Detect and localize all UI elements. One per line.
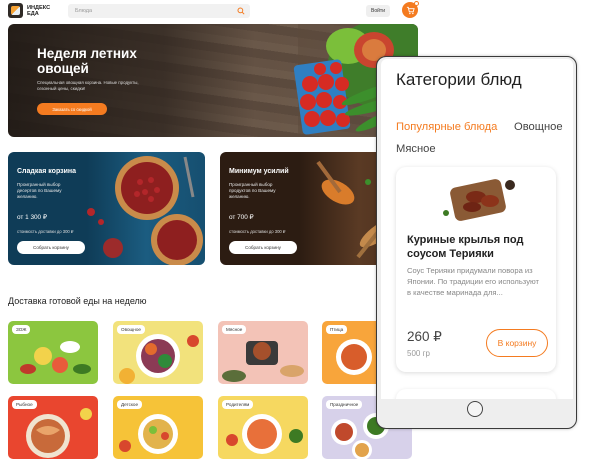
phone-mockup: Категории блюд Популярные блюда Овощное … [376,56,577,429]
page: ИНДЕКС ЕДА Блюда Войти Неделя летних ово… [0,0,595,469]
category-label: Овощное [117,325,145,334]
search-placeholder: Блюда [75,8,93,14]
promo-delivery: стоимость доставки до 300 ₽ [17,229,74,234]
food-image [443,179,515,221]
category-tile-fish[interactable]: Рыбное [8,396,98,459]
tart-image [87,156,203,265]
home-button[interactable] [467,401,483,417]
hero-subtitle: Специальная овощная корзина. Новые проду… [37,80,139,91]
category-tile-parents[interactable]: Родителям [218,396,308,459]
phone-screen: Категории блюд Популярные блюда Овощное … [381,59,573,399]
promo-price: от 700 ₽ [229,214,254,221]
tab-meat[interactable]: Мясное [396,143,436,155]
category-tile-kids[interactable]: Детское [113,396,203,459]
food-description: Соус Терияки придумали повора из Японии.… [407,266,540,297]
food-card[interactable]: Куриные крылья под соусом Терияки Соус Т… [396,167,556,372]
cart-icon [406,6,415,14]
category-label: ЗОЖ [12,325,31,334]
food-name: Куриные крылья под соусом Терияки [407,234,524,260]
category-tile-vegetable[interactable]: Овощное [113,321,203,384]
promo-delivery: стоимость доставки до 300 ₽ [229,229,286,234]
category-tile-zozh[interactable]: ЗОЖ [8,321,98,384]
section-title: Доставка готовой еды на неделю [8,296,147,306]
food-weight: 500 гр [407,349,430,358]
promo-price: от 1 300 ₽ [17,214,47,221]
category-label: Детское [117,400,143,409]
category-label: Мясное [222,325,247,334]
promo-title: Минимум усилий [229,168,289,175]
hero-banner: Неделя летних овощей Специальная овощная… [8,24,418,137]
phone-title: Категории блюд [396,70,522,89]
promo-card-sweet[interactable]: Сладкая корзина Проигранный выбор десерт… [8,152,205,265]
tab-vegetable[interactable]: Овощное [514,121,563,133]
food-card[interactable] [396,389,556,399]
search-icon[interactable] [237,7,245,15]
promo-description: Проигранный выбор продуктов по Вашему же… [229,182,276,199]
cart-badge [414,1,419,6]
promo-description: Проигранный выбор десертов по Вашему жел… [17,182,62,199]
logo-icon [8,3,23,18]
hero-order-button[interactable]: Заказать со скидкой [37,103,107,115]
tab-popular[interactable]: Популярные блюда [396,121,497,133]
site-header: ИНДЕКС ЕДА Блюда Войти [0,0,420,22]
category-label: Родителям [222,400,254,409]
category-label: Праздничное [326,400,363,409]
login-button[interactable]: Войти [366,5,390,17]
category-label: Птица [326,325,348,334]
promo-basket-button[interactable]: Собрать корзину [17,241,85,254]
cart-button[interactable] [402,1,419,18]
logo[interactable]: ИНДЕКС ЕДА [8,3,51,18]
search-input[interactable]: Блюда [68,4,250,18]
promo-title: Сладкая корзина [17,168,77,175]
hero-title: Неделя летних овощей [37,46,137,76]
category-tile-meat[interactable]: Мясное [218,321,308,384]
category-label: Рыбное [12,400,37,409]
food-price: 260 ₽ [407,329,442,344]
promo-basket-button[interactable]: Собрать корзину [229,241,297,254]
add-to-cart-button[interactable]: В корзину [486,329,548,357]
logo-text: ИНДЕКС ЕДА [27,4,51,17]
